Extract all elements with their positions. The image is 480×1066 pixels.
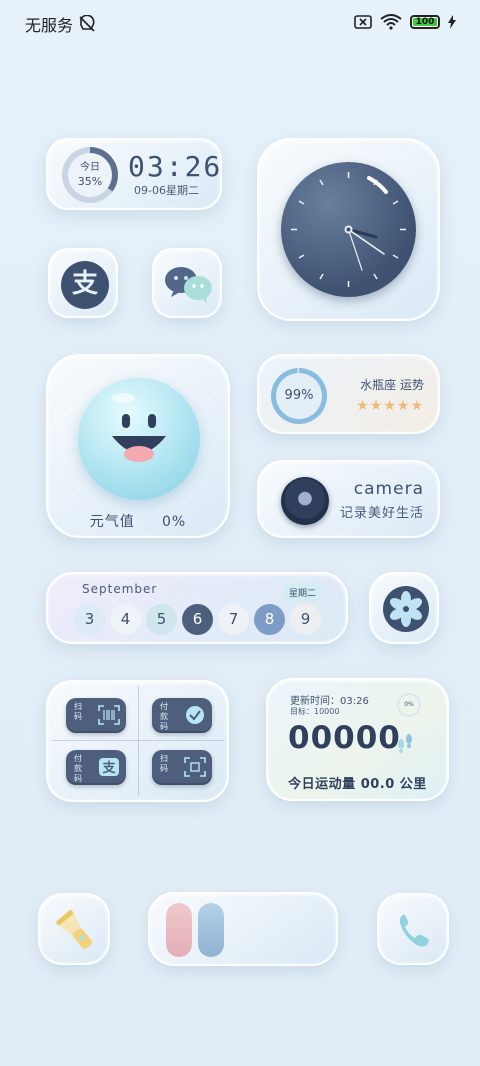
alipay-glyph: 支 (101, 760, 116, 776)
camera-lens-icon (281, 477, 329, 525)
pay-code-label: 付款码 (160, 702, 168, 731)
calendar-day[interactable]: 4 (110, 604, 141, 635)
weekday-badge: 星期二 (282, 584, 322, 601)
scan-icon (98, 705, 120, 725)
battery-indicator: 100 (410, 15, 440, 29)
fan-icon (383, 586, 429, 632)
mood-widget[interactable]: 元气值 0% (46, 354, 230, 538)
fan-widget[interactable] (369, 572, 439, 644)
calendar-day[interactable]: 9 (290, 604, 321, 635)
grid-divider-vertical (138, 686, 139, 796)
daily-progress-ring: 今日 35% (62, 147, 118, 203)
screen-record-icon (354, 15, 372, 29)
wechat-icon (165, 267, 212, 304)
analog-clock-widget[interactable] (257, 138, 440, 321)
grid-divider-horizontal (52, 740, 224, 741)
step-progress-ring: 0% (397, 693, 421, 717)
scan-frame-icon (184, 757, 206, 777)
phone-button[interactable] (377, 893, 449, 965)
carrier-text: 无服务 (25, 16, 74, 35)
toggle-pills-widget[interactable] (148, 892, 338, 966)
flashlight-icon (56, 910, 93, 949)
alipay-app-icon[interactable]: 支 (48, 248, 118, 318)
alipay-pay-code-button[interactable]: 付款码 支 (66, 750, 126, 785)
smiley-icon (111, 393, 166, 462)
clock-hands (291, 172, 406, 287)
mood-label: 元气值 (89, 514, 135, 530)
status-bar-right: 100 (354, 14, 456, 30)
wechat-scan-button[interactable]: 扫码 (66, 698, 126, 733)
calendar-day[interactable]: 7 (218, 604, 249, 635)
camera-widget[interactable]: camera 记录美好生活 (257, 460, 440, 538)
horoscope-title: 水瓶座 运势 (360, 378, 424, 392)
time-date-widget[interactable]: 今日 35% 03:26 09-06星期二 (46, 138, 222, 210)
ring-percent: 35% (77, 175, 103, 188)
checkmark-icon (186, 706, 204, 724)
camera-subtitle: 记录美好生活 (339, 506, 424, 521)
distance-summary: 今日运动量 00.0 公里 (288, 777, 427, 792)
wechat-app-icon[interactable] (152, 248, 222, 318)
fortune-ring: 99% (271, 368, 327, 424)
step-count: 00000 (288, 720, 401, 756)
step-counter-widget[interactable]: 更新时间：03:26 目标：10000 0% 00000 今日运动量 00.0 … (266, 678, 449, 801)
status-bar-left: 无服务 (25, 12, 97, 36)
battery-level: 100 (413, 18, 437, 27)
alipay-icon: 支 (61, 261, 109, 309)
fortune-stars: ★★★★★ (356, 398, 424, 414)
wechat-pay-code-button[interactable]: 付款码 (152, 698, 212, 733)
charging-icon (448, 15, 456, 29)
step-goal: 目标：10000 (290, 707, 340, 716)
pink-pill-toggle[interactable] (166, 903, 192, 957)
wifi-icon (380, 14, 402, 30)
ring-label: 今日 (80, 162, 100, 173)
smiley-face (78, 378, 200, 500)
calendar-days: 3 4 5 6 7 8 9 (74, 604, 321, 635)
calendar-day-today[interactable]: 6 (182, 604, 213, 635)
clock-face (281, 162, 416, 297)
date-text: 09-06星期二 (134, 184, 199, 197)
alipay-scan-button[interactable]: 扫码 (152, 750, 212, 785)
flashlight-button[interactable] (38, 893, 110, 965)
alipay-scan-label: 扫码 (160, 754, 168, 773)
horoscope-widget[interactable]: 99% 水瓶座 运势 ★★★★★ (257, 354, 440, 434)
calendar-day[interactable]: 3 (74, 604, 105, 635)
calendar-widget[interactable]: September 星期二 3 4 5 6 7 8 9 (46, 572, 348, 644)
calendar-day[interactable]: 8 (254, 604, 285, 635)
blue-pill-toggle[interactable] (198, 903, 224, 957)
fortune-percent: 99% (276, 373, 322, 419)
scan-label: 扫码 (74, 702, 82, 721)
clock-time: 03:26 (128, 150, 223, 183)
update-time: 更新时间：03:26 (290, 696, 369, 707)
phone-icon (399, 914, 429, 947)
calendar-month: September (82, 582, 158, 596)
mood-value: 0% (162, 514, 187, 530)
footprints-icon (398, 734, 412, 753)
payment-shortcuts-widget: 扫码 付款码 付款码 支 扫码 (46, 680, 229, 802)
calendar-day[interactable]: 5 (146, 604, 177, 635)
alipay-pay-code-label: 付款码 (74, 754, 82, 783)
alipay-icon: 支 (99, 758, 119, 776)
no-sim-icon (79, 15, 95, 32)
camera-title: camera (353, 479, 424, 499)
